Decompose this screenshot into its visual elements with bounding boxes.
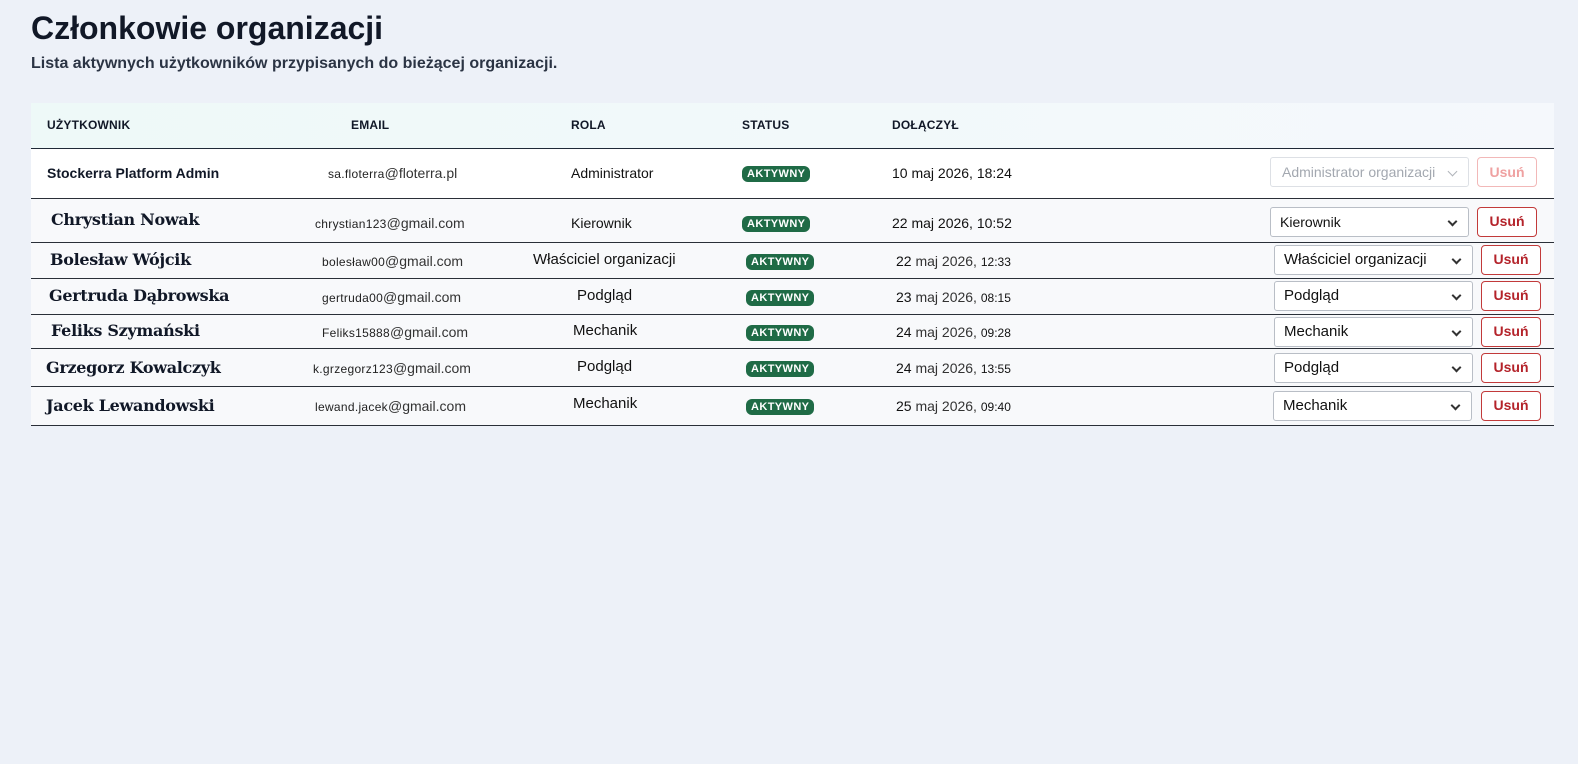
role-select[interactable]: Podgląd xyxy=(1274,281,1473,311)
remove-button[interactable]: Usuń xyxy=(1481,281,1541,311)
role-select[interactable]: Właściciel organizacji xyxy=(1274,245,1473,275)
chevron-down-icon xyxy=(1451,290,1462,301)
member-email: gertruda00@gmail.com xyxy=(322,289,462,305)
status-badge: AKTYWNY xyxy=(746,361,815,377)
chevron-down-icon xyxy=(1447,166,1458,177)
member-name: Jacek Lewandowski xyxy=(46,396,215,415)
status-badge: AKTYWNY xyxy=(746,325,815,341)
header-joined: DOŁĄCZYŁ xyxy=(892,118,959,132)
chevron-down-icon xyxy=(1451,254,1462,265)
role-select[interactable]: Administrator organizacji xyxy=(1270,157,1469,187)
table-row: Jacek Lewandowski lewand.jacek@gmail.com… xyxy=(31,387,1554,426)
status-badge: AKTYWNY xyxy=(746,290,815,306)
role-select[interactable]: Podgląd xyxy=(1274,353,1473,383)
remove-button[interactable]: Usuń xyxy=(1481,317,1541,347)
member-email: sa.floterra@floterra.pl xyxy=(328,165,458,181)
joined-date: 24 maj 2026, 13:55 xyxy=(896,360,1011,376)
member-name: Gertruda Dąbrowska xyxy=(49,286,230,305)
role-select[interactable]: Mechanik xyxy=(1273,391,1472,421)
remove-button[interactable]: Usuń xyxy=(1481,353,1541,383)
member-email: k.grzegorz123@gmail.com xyxy=(313,360,471,376)
member-email: lewand.jacek@gmail.com xyxy=(315,398,466,414)
table-row: Grzegorz Kowalczyk k.grzegorz123@gmail.c… xyxy=(31,349,1554,387)
table-row: Feliks Szymański Feliks15888@gmail.com M… xyxy=(31,315,1554,349)
chevron-down-icon xyxy=(1450,400,1461,411)
header-user: UŻYTKOWNIK xyxy=(47,118,131,132)
member-role: Właściciel organizacji xyxy=(533,251,676,268)
header-role: ROLA xyxy=(571,118,606,132)
status-badge: AKTYWNY xyxy=(742,166,811,182)
joined-date: 22 maj 2026, 12:33 xyxy=(896,253,1011,269)
header-email: EMAIL xyxy=(351,118,390,132)
page-subtitle: Lista aktywnych użytkowników przypisanyc… xyxy=(31,55,558,72)
table-header: UŻYTKOWNIK EMAIL ROLA STATUS DOŁĄCZYŁ xyxy=(31,103,1554,149)
member-name: Grzegorz Kowalczyk xyxy=(46,358,221,377)
table-row: Bolesław Wójcik bolesław00@gmail.com Wła… xyxy=(31,243,1554,279)
joined-date: 25 maj 2026, 09:40 xyxy=(896,398,1011,414)
table-row: Gertruda Dąbrowska gertruda00@gmail.com … xyxy=(31,279,1554,315)
member-email: chrystian123@gmail.com xyxy=(315,215,465,231)
joined-date: 23 maj 2026, 08:15 xyxy=(896,289,1011,305)
member-role: Podgląd xyxy=(577,287,633,304)
remove-button[interactable]: Usuń xyxy=(1481,245,1541,275)
remove-button[interactable]: Usuń xyxy=(1481,391,1541,421)
member-role: Administrator xyxy=(571,165,654,181)
joined-date: 10 maj 2026, 18:24 xyxy=(892,165,1012,181)
chevron-down-icon xyxy=(1451,326,1462,337)
table-row: Chrystian Nowak chrystian123@gmail.com K… xyxy=(31,199,1554,243)
status-badge: AKTYWNY xyxy=(742,216,811,232)
member-name: Bolesław Wójcik xyxy=(50,250,191,269)
remove-button[interactable]: Usuń xyxy=(1477,207,1537,237)
member-role: Kierownik xyxy=(571,215,632,231)
status-badge: AKTYWNY xyxy=(746,254,815,270)
member-name: Stockerra Platform Admin xyxy=(47,165,220,181)
role-select[interactable]: Kierownik xyxy=(1270,207,1469,237)
status-badge: AKTYWNY xyxy=(746,399,815,415)
joined-date: 22 maj 2026, 10:52 xyxy=(892,215,1012,231)
chevron-down-icon xyxy=(1451,362,1462,373)
table-row: Stockerra Platform Admin sa.floterra@flo… xyxy=(31,149,1554,199)
member-email: Feliks15888@gmail.com xyxy=(322,324,469,340)
member-role: Mechanik xyxy=(573,395,638,412)
member-role: Podgląd xyxy=(577,358,633,375)
page-title: Członkowie organizacji xyxy=(31,10,384,46)
member-email: bolesław00@gmail.com xyxy=(322,253,464,269)
member-name: Chrystian Nowak xyxy=(51,210,200,229)
joined-date: 24 maj 2026, 09:28 xyxy=(896,324,1011,340)
member-name: Feliks Szymański xyxy=(51,321,200,340)
remove-button[interactable]: Usuń xyxy=(1477,157,1537,187)
role-select[interactable]: Mechanik xyxy=(1274,317,1473,347)
member-role: Mechanik xyxy=(573,322,638,339)
header-status: STATUS xyxy=(742,118,790,132)
chevron-down-icon xyxy=(1447,216,1458,227)
